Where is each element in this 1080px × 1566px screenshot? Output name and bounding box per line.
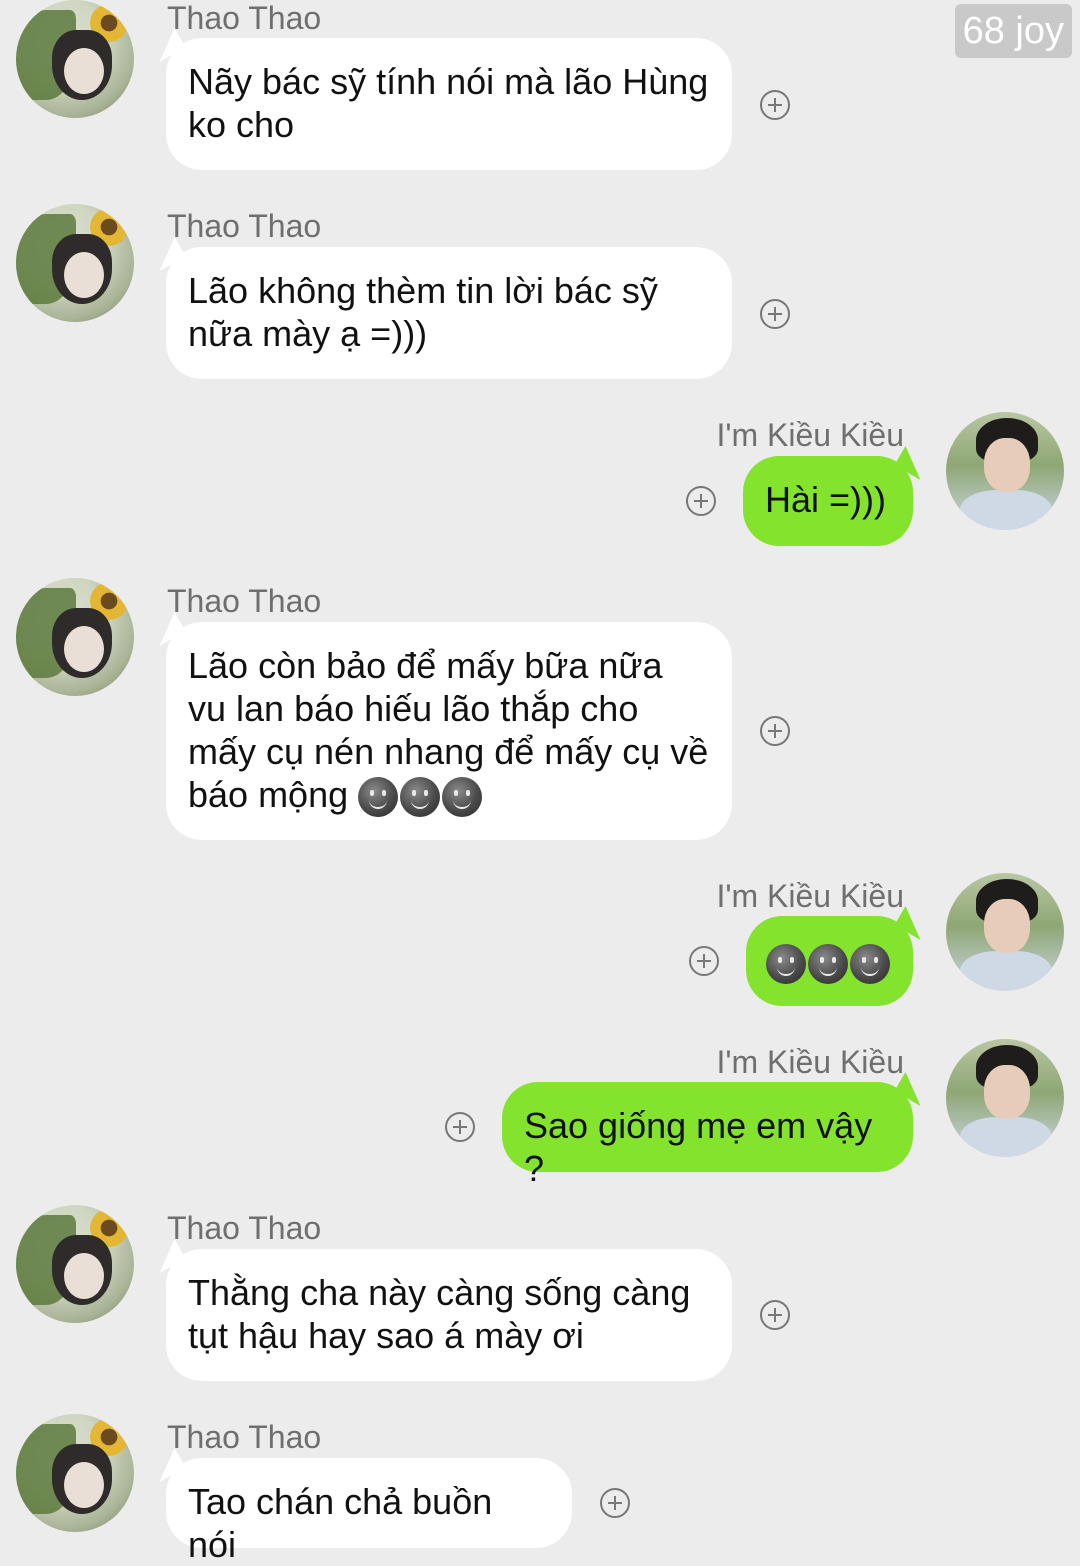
add-reaction-icon[interactable] (686, 486, 716, 516)
new-moon-face-icon (442, 777, 483, 818)
add-reaction-icon[interactable] (760, 1300, 790, 1330)
sender-name: Thao Thao (167, 0, 322, 36)
emoji-group (766, 944, 890, 985)
watermark: 68 joy (954, 4, 1072, 58)
avatar-kieu-kieu[interactable] (946, 873, 1064, 991)
add-reaction-icon[interactable] (760, 716, 790, 746)
new-moon-face-icon (808, 944, 848, 985)
add-reaction-icon[interactable] (445, 1112, 475, 1142)
avatar-thao-thao[interactable] (16, 1414, 134, 1532)
sender-name: Thao Thao (167, 583, 322, 619)
sender-name: Thao Thao (167, 1419, 322, 1455)
add-reaction-icon[interactable] (760, 299, 790, 329)
message-bubble[interactable]: Sao giống mẹ em vậy ? (502, 1082, 913, 1189)
sender-name: I'm Kiều Kiều (716, 878, 904, 914)
message-bubble[interactable]: Lão không thèm tin lời bác sỹ nữa mày ạ … (166, 247, 732, 379)
message-bubble[interactable]: Hài =))) (743, 456, 913, 546)
emoji-group (358, 777, 483, 818)
avatar-kieu-kieu[interactable] (946, 1039, 1064, 1157)
add-reaction-icon[interactable] (689, 946, 719, 976)
new-moon-face-icon (850, 944, 890, 985)
message-bubble[interactable]: Thằng cha này càng sống càng tụt hậu hay… (166, 1249, 732, 1381)
avatar-thao-thao[interactable] (16, 0, 134, 118)
message-bubble[interactable] (746, 916, 913, 1006)
add-reaction-icon[interactable] (600, 1488, 630, 1518)
avatar-thao-thao[interactable] (16, 578, 134, 696)
sender-name: I'm Kiều Kiều (716, 417, 904, 453)
sender-name: Thao Thao (167, 208, 322, 244)
new-moon-face-icon (358, 777, 399, 818)
message-bubble[interactable]: Tao chán chả buồn nói (166, 1458, 572, 1565)
add-reaction-icon[interactable] (760, 90, 790, 120)
sender-name: I'm Kiều Kiều (716, 1044, 904, 1080)
new-moon-face-icon (766, 944, 806, 985)
avatar-kieu-kieu[interactable] (946, 412, 1064, 530)
avatar-thao-thao[interactable] (16, 1205, 134, 1323)
sender-name: Thao Thao (167, 1210, 322, 1246)
new-moon-face-icon (400, 777, 441, 818)
avatar-thao-thao[interactable] (16, 204, 134, 322)
message-bubble[interactable]: Lão còn bảo để mấy bữa nữa vu lan báo hi… (166, 622, 732, 840)
message-bubble[interactable]: Nãy bác sỹ tính nói mà lão Hùng ko cho (166, 38, 732, 170)
